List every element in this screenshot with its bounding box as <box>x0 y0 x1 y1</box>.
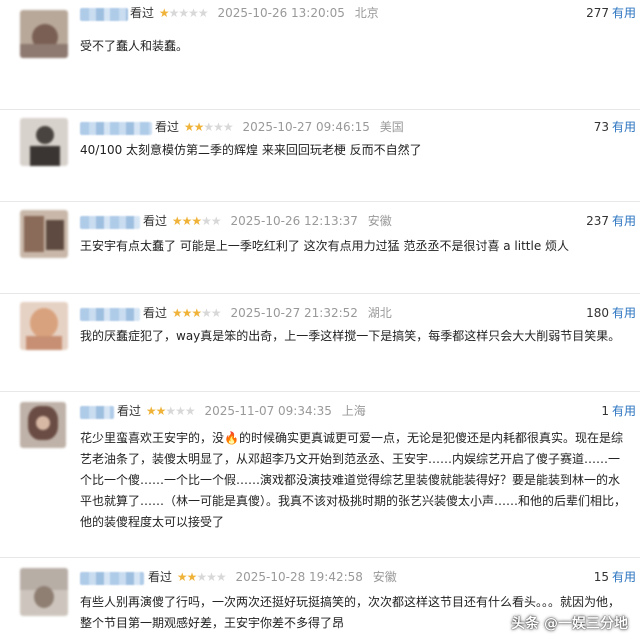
review-location: 湖北 <box>367 306 392 320</box>
useful-vote[interactable]: 180 有用 <box>586 304 636 322</box>
seen-label: 看过 <box>143 214 168 228</box>
rating-stars: ★★★★★ <box>171 214 222 228</box>
rating-stars: ★★★★★ <box>183 120 234 134</box>
review-location: 安徽 <box>372 570 397 584</box>
rating-stars: ★★★★★ <box>145 404 196 418</box>
review-datetime: 2025-10-27 09:46:15 <box>242 120 370 134</box>
useful-label[interactable]: 有用 <box>612 6 636 20</box>
review-datetime: 2025-10-26 13:20:05 <box>217 6 345 20</box>
review-location: 安徽 <box>367 214 392 228</box>
review-location: 美国 <box>379 120 404 134</box>
user-avatar[interactable] <box>20 10 68 58</box>
user-avatar[interactable] <box>20 118 68 166</box>
useful-vote[interactable]: 277 有用 <box>586 4 636 22</box>
useful-vote[interactable]: 1 有用 <box>601 402 636 420</box>
review-datetime: 2025-10-26 12:13:37 <box>230 214 358 228</box>
user-avatar[interactable] <box>20 210 68 258</box>
review-item: 看过 ★★★★★ 2025-10-26 12:13:37 安徽 237 有用 王安… <box>0 202 640 294</box>
review-item: 看过 ★★★★★ 2025-10-27 21:32:52 湖北 180 有用 我的… <box>0 294 640 392</box>
useful-label[interactable]: 有用 <box>612 120 636 134</box>
username-blurred[interactable] <box>80 406 114 419</box>
rating-stars: ★★★★★ <box>176 570 227 584</box>
review-location: 北京 <box>354 6 379 20</box>
user-avatar[interactable] <box>20 402 66 448</box>
useful-count: 277 <box>586 6 609 20</box>
username-blurred[interactable] <box>80 122 152 135</box>
useful-label[interactable]: 有用 <box>612 306 636 320</box>
rating-stars: ★★★★★ <box>158 6 209 20</box>
useful-count: 73 <box>593 120 609 134</box>
review-datetime: 2025-10-27 21:32:52 <box>230 306 358 320</box>
review-datetime: 2025-11-07 09:34:35 <box>204 404 332 418</box>
useful-vote[interactable]: 15 有用 <box>594 568 636 586</box>
useful-vote[interactable]: 73 有用 <box>594 118 636 136</box>
review-text: 我的厌蠢症犯了，way真是笨的出奇，上一季这样搅一下是搞笑，每季都这样只会大大削… <box>80 329 621 343</box>
useful-count: 180 <box>586 306 609 320</box>
review-datetime: 2025-10-28 19:42:58 <box>235 570 363 584</box>
seen-label: 看过 <box>130 6 155 20</box>
seen-label: 看过 <box>117 404 142 418</box>
user-avatar[interactable] <box>20 568 68 616</box>
useful-count: 237 <box>586 214 609 228</box>
useful-vote[interactable]: 237 有用 <box>586 212 636 230</box>
useful-label[interactable]: 有用 <box>612 404 636 418</box>
review-text: 受不了蠢人和装蠢。 <box>80 39 189 53</box>
username-blurred[interactable] <box>80 308 140 321</box>
watermark: 头条 @一娱三分地 <box>511 616 628 632</box>
username-blurred[interactable] <box>80 216 140 229</box>
seen-label: 看过 <box>143 306 168 320</box>
review-meta: 看过 ★★★★★ 2025-11-07 09:34:35 上海 <box>117 402 366 420</box>
useful-count: 1 <box>601 404 609 418</box>
review-item: 看过 ★★★★★ 2025-11-07 09:34:35 上海 1 有用 花少里蛮… <box>0 392 640 558</box>
useful-label[interactable]: 有用 <box>612 570 636 584</box>
review-location: 上海 <box>341 404 366 418</box>
username-blurred[interactable] <box>80 8 128 21</box>
review-item: 看过 ★★★★★ 2025-10-27 09:46:15 美国 73 有用 40/… <box>0 110 640 202</box>
user-avatar[interactable] <box>20 302 68 350</box>
seen-label: 看过 <box>155 120 180 134</box>
review-text: 花少里蛮喜欢王安宇的，没🔥的时候确实更真诚更可爱一点，无论是犯傻还是内耗都很真实… <box>80 431 627 529</box>
review-meta: 看过 ★★★★★ 2025-10-27 09:46:15 美国 <box>155 118 404 136</box>
review-meta: 看过 ★★★★★ 2025-10-27 21:32:52 湖北 <box>143 304 392 322</box>
review-meta: 看过 ★★★★★ 2025-10-26 13:20:05 北京 <box>130 4 379 22</box>
review-meta: 看过 ★★★★★ 2025-10-28 19:42:58 安徽 <box>148 568 397 586</box>
review-item: 看过 ★★★★★ 2025-10-26 13:20:05 北京 277 有用 受不… <box>0 0 640 110</box>
rating-stars: ★★★★★ <box>171 306 222 320</box>
useful-label[interactable]: 有用 <box>612 214 636 228</box>
review-meta: 看过 ★★★★★ 2025-10-26 12:13:37 安徽 <box>143 212 392 230</box>
review-text: 王安宇有点太蠢了 可能是上一季吃红利了 这次有点用力过猛 范丞丞不是很讨喜 a … <box>80 239 570 253</box>
useful-count: 15 <box>593 570 609 584</box>
review-text: 40/100 太刻意模仿第二季的辉煌 来来回回玩老梗 反而不自然了 <box>80 143 422 157</box>
username-blurred[interactable] <box>80 572 144 585</box>
seen-label: 看过 <box>148 570 173 584</box>
